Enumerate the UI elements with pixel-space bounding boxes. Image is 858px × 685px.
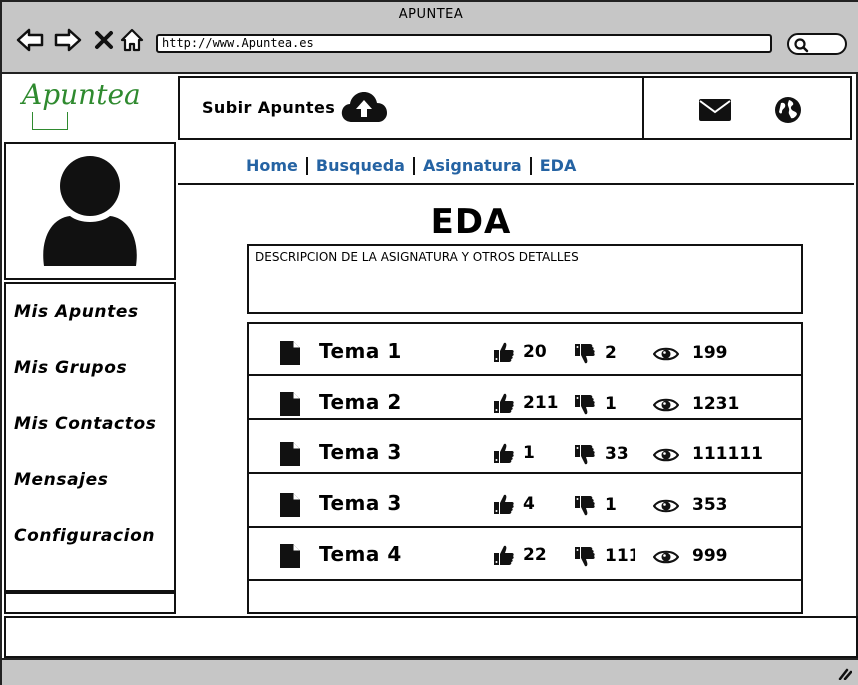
likes-count: 22 bbox=[523, 545, 547, 565]
url-input[interactable]: http://www.Apuntea.es bbox=[156, 34, 772, 53]
sidebar-item-mis-contactos[interactable]: Mis Contactos bbox=[14, 414, 156, 434]
status-bar bbox=[2, 658, 858, 685]
thumbs-up-icon[interactable] bbox=[493, 493, 515, 515]
upload-label: Subir Apuntes bbox=[202, 98, 336, 117]
resize-grip-icon[interactable] bbox=[838, 668, 852, 680]
document-icon bbox=[280, 544, 300, 568]
browser-window: APUNTEA http://www.Apuntea.es Apuntea Su… bbox=[0, 0, 858, 685]
dislikes-count: 1111 bbox=[605, 546, 635, 566]
logo-decoration bbox=[32, 112, 68, 130]
views-count: 353 bbox=[692, 495, 728, 515]
sidebar-item-mis-grupos[interactable]: Mis Grupos bbox=[14, 358, 127, 378]
likes-count: 211 bbox=[523, 393, 559, 413]
page-title: EDA bbox=[430, 202, 512, 242]
dislikes-count: 33 bbox=[605, 444, 629, 464]
thumbs-down-icon[interactable] bbox=[574, 394, 596, 416]
likes-count: 4 bbox=[523, 494, 535, 514]
user-avatar-icon[interactable] bbox=[38, 154, 142, 268]
topic-name[interactable]: Tema 2 bbox=[319, 390, 402, 414]
site-logo[interactable]: Apuntea bbox=[22, 78, 141, 111]
header-tools bbox=[642, 76, 852, 140]
table-row[interactable]: Tema 1 20 2 199 bbox=[249, 326, 801, 378]
title-bar: APUNTEA http://www.Apuntea.es bbox=[2, 2, 858, 74]
forward-arrow-icon[interactable] bbox=[54, 26, 82, 54]
eye-icon bbox=[653, 550, 679, 564]
breadcrumb-busqueda[interactable]: Busqueda bbox=[316, 156, 405, 175]
document-icon bbox=[280, 442, 300, 466]
envelope-icon[interactable] bbox=[698, 98, 732, 122]
table-row[interactable]: Tema 4 22 1111 999 bbox=[249, 529, 801, 581]
thumbs-up-icon[interactable] bbox=[493, 442, 515, 464]
topic-name[interactable]: Tema 4 bbox=[319, 542, 402, 566]
sidebar-item-mis-apuntes[interactable]: Mis Apuntes bbox=[14, 302, 139, 322]
thumbs-up-icon[interactable] bbox=[493, 341, 515, 363]
likes-count: 20 bbox=[523, 342, 547, 362]
description-text: DESCRIPCION DE LA ASIGNATURA Y OTROS DET… bbox=[255, 250, 579, 264]
thumbs-down-icon[interactable] bbox=[574, 444, 596, 466]
document-icon bbox=[280, 392, 300, 416]
views-count: 999 bbox=[692, 546, 728, 566]
back-arrow-icon[interactable] bbox=[16, 26, 44, 54]
dislikes-count: 1 bbox=[605, 495, 617, 515]
dislikes-count: 2 bbox=[605, 343, 617, 363]
eye-icon bbox=[653, 347, 679, 361]
breadcrumb-separator bbox=[305, 156, 308, 175]
sidebar-menu: Mis Apuntes Mis Grupos Mis Contactos Men… bbox=[4, 282, 176, 592]
row-divider bbox=[249, 526, 801, 528]
topic-name[interactable]: Tema 3 bbox=[319, 440, 402, 464]
dislikes-count: 1 bbox=[605, 394, 617, 414]
views-count: 199 bbox=[692, 343, 728, 363]
cloud-upload-icon bbox=[341, 92, 387, 122]
table-row[interactable]: Tema 2 211 1 1231 bbox=[249, 377, 801, 429]
eye-icon bbox=[653, 448, 679, 462]
magnifier-icon bbox=[794, 38, 809, 53]
thumbs-down-icon[interactable] bbox=[574, 343, 596, 365]
divider bbox=[178, 183, 854, 185]
views-count: 111111 bbox=[692, 444, 763, 464]
row-divider bbox=[249, 472, 801, 474]
topic-name[interactable]: Tema 3 bbox=[319, 491, 402, 515]
row-divider bbox=[249, 374, 801, 376]
eye-icon bbox=[653, 499, 679, 513]
eye-icon bbox=[653, 398, 679, 412]
row-divider bbox=[249, 579, 801, 581]
thumbs-up-icon[interactable] bbox=[493, 544, 515, 566]
window-title: APUNTEA bbox=[398, 7, 464, 22]
sidebar-item-mensajes[interactable]: Mensajes bbox=[14, 470, 108, 490]
page-footer bbox=[4, 616, 858, 658]
views-count: 1231 bbox=[692, 394, 740, 414]
row-divider bbox=[249, 418, 801, 420]
table-row[interactable]: Tema 3 4 1 353 bbox=[249, 478, 801, 530]
browser-search-field[interactable] bbox=[787, 33, 847, 55]
topics-table: Tema 1 20 2 199 Tema 2 211 1 1231 Tema 3… bbox=[247, 322, 803, 614]
globe-icon[interactable] bbox=[774, 96, 802, 124]
topic-name[interactable]: Tema 1 bbox=[319, 339, 402, 363]
profile-panel bbox=[4, 142, 176, 280]
sidebar-item-configuracion[interactable]: Configuracion bbox=[14, 526, 155, 546]
home-icon[interactable] bbox=[118, 26, 146, 54]
likes-count: 1 bbox=[523, 443, 535, 463]
breadcrumb: Home Busqueda Asignatura EDA bbox=[246, 156, 576, 175]
breadcrumb-asignatura[interactable]: Asignatura bbox=[423, 156, 522, 175]
thumbs-up-icon[interactable] bbox=[493, 392, 515, 414]
breadcrumb-home[interactable]: Home bbox=[246, 156, 298, 175]
breadcrumb-separator bbox=[529, 156, 532, 175]
subject-description: DESCRIPCION DE LA ASIGNATURA Y OTROS DET… bbox=[247, 244, 803, 314]
breadcrumb-separator bbox=[412, 156, 415, 175]
close-x-icon[interactable] bbox=[90, 26, 118, 54]
document-icon bbox=[280, 493, 300, 517]
document-icon bbox=[280, 341, 300, 365]
header-spacer bbox=[398, 76, 644, 140]
thumbs-down-icon[interactable] bbox=[574, 546, 596, 568]
thumbs-down-icon[interactable] bbox=[574, 495, 596, 517]
upload-notes-button[interactable]: Subir Apuntes bbox=[178, 76, 400, 140]
sidebar-footer bbox=[4, 592, 176, 614]
breadcrumb-eda[interactable]: EDA bbox=[540, 156, 577, 175]
